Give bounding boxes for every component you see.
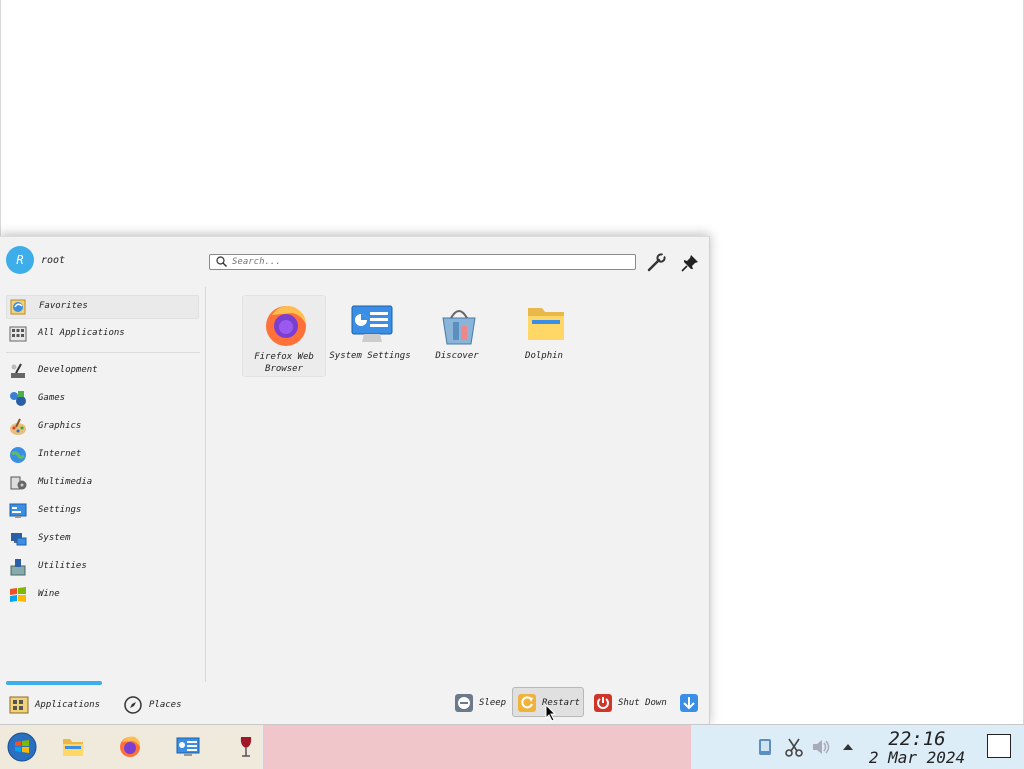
app-label: Dolphin (525, 351, 563, 361)
sleep-button[interactable]: Sleep (449, 687, 509, 717)
firefox-icon (266, 306, 306, 346)
clock-date[interactable]: 2 Mar 2024 (862, 748, 972, 767)
taskbar-task-area[interactable] (263, 725, 691, 769)
sidebar-item-settings[interactable]: Settings (6, 500, 197, 522)
taskbar: 22:16 2 Mar 2024 (0, 724, 1024, 769)
search-icon (216, 256, 227, 267)
sidebar-item-favorites[interactable]: Favorites (6, 295, 199, 319)
sidebar-item-label: Graphics (38, 421, 82, 431)
sleep-label: Sleep (479, 698, 507, 708)
sidebar-item-label: Wine (38, 589, 60, 599)
sidebar-item-games[interactable]: Games (6, 388, 197, 410)
places-icon (124, 696, 142, 714)
sidebar-item-label: All Applications (38, 328, 125, 338)
internet-icon (10, 447, 26, 463)
dolphin-icon (528, 308, 564, 340)
configure-button[interactable] (642, 249, 670, 277)
shutdown-label: Shut Down (618, 698, 667, 708)
sidebar-item-wine[interactable]: Wine (6, 584, 197, 606)
volume-icon[interactable] (810, 736, 832, 758)
sidebar-item-label: Internet (38, 449, 82, 459)
sidebar-item-all-applications[interactable]: All Applications (6, 323, 197, 345)
sidebar-item-label: Favorites (39, 301, 88, 311)
app-firefox[interactable]: Firefox Web Browser (242, 295, 326, 377)
multimedia-icon (10, 476, 27, 490)
app-dolphin[interactable]: Dolphin (503, 295, 585, 375)
arrow-down-icon (680, 694, 698, 712)
sidebar-divider (6, 352, 200, 353)
shutdown-button[interactable]: Shut Down (588, 687, 670, 717)
sidebar-item-utilities[interactable]: Utilities (6, 556, 197, 578)
app-system-settings[interactable]: System Settings (329, 295, 411, 375)
mouse-cursor-icon (545, 704, 557, 722)
app-label: Discover (435, 351, 479, 361)
user-avatar[interactable]: R (6, 246, 34, 274)
category-sidebar: Favorites All Applications Development G… (0, 287, 206, 682)
search-input[interactable] (232, 255, 627, 269)
sidebar-item-development[interactable]: Development (6, 360, 197, 382)
kde-connect-icon[interactable] (754, 736, 776, 758)
sidebar-item-label: Multimedia (38, 477, 93, 487)
show-desktop-button[interactable] (987, 734, 1011, 758)
sidebar-item-internet[interactable]: Internet (6, 444, 197, 466)
user-name: root (41, 255, 66, 266)
pin-icon (681, 255, 698, 272)
pin-button[interactable] (676, 249, 704, 277)
games-icon (10, 391, 26, 406)
favorites-grid: Firefox Web Browser System Settings Disc… (206, 287, 708, 682)
system-icon (11, 533, 27, 546)
system-tray (691, 725, 1024, 769)
start-menu-icon[interactable] (7, 732, 37, 762)
applications-icon (9, 696, 29, 714)
wrench-icon (647, 253, 666, 272)
sidebar-item-graphics[interactable]: Graphics (6, 416, 197, 438)
launcher-header: R root (0, 237, 709, 287)
restart-icon (518, 694, 536, 712)
settings-icon (9, 503, 27, 518)
sleep-icon (455, 694, 473, 712)
all-applications-icon (9, 326, 27, 342)
sidebar-item-system[interactable]: System (6, 528, 197, 550)
utilities-icon (10, 559, 26, 576)
active-tab-indicator (6, 681, 102, 685)
file-manager-icon[interactable] (60, 734, 86, 760)
firefox-icon[interactable] (117, 734, 143, 760)
sidebar-item-label: Utilities (38, 561, 87, 571)
system-settings-icon[interactable] (175, 734, 201, 760)
app-label: System Settings (329, 351, 411, 361)
system-settings-icon (351, 305, 393, 342)
application-launcher: R root Search... Favorites All Applicati… (0, 236, 710, 725)
wine-icon (10, 587, 26, 602)
sidebar-item-multimedia[interactable]: Multimedia (6, 472, 197, 494)
expand-tray-icon[interactable] (840, 739, 856, 755)
search-field[interactable] (209, 254, 636, 270)
favorites-icon (10, 299, 26, 315)
graphics-icon (10, 418, 26, 435)
clock-time[interactable]: 22:16 (862, 728, 972, 750)
scissors-icon[interactable] (783, 736, 805, 758)
shutdown-icon (594, 694, 612, 712)
development-icon (11, 363, 25, 378)
more-power-options-button[interactable] (676, 687, 704, 717)
app-label: Firefox Web Browser (254, 352, 314, 374)
tab-label: Places (149, 700, 182, 710)
discover-icon (442, 310, 476, 345)
sidebar-item-label: Development (38, 365, 98, 375)
sidebar-item-label: System (38, 533, 71, 543)
sidebar-item-label: Games (38, 393, 66, 403)
app-discover[interactable]: Discover (416, 295, 498, 375)
tab-label: Applications (35, 700, 101, 710)
wine-icon[interactable] (233, 734, 259, 760)
launcher-footer: Applications Places Sleep Restart Shut D… (0, 681, 709, 725)
sidebar-item-label: Settings (38, 505, 82, 515)
